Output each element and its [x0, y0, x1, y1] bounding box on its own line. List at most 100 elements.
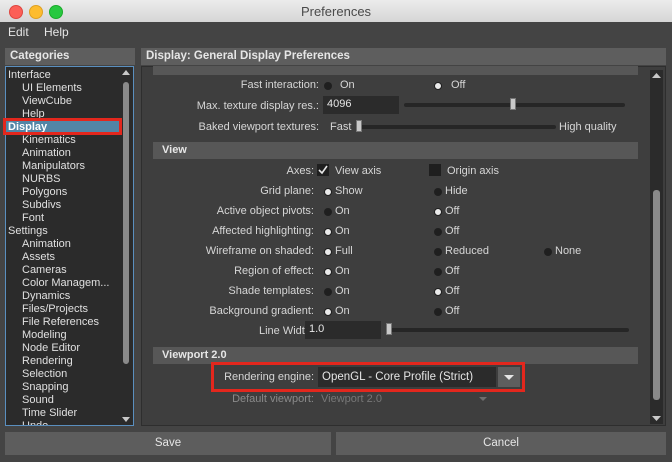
category-item[interactable]: Rendering [22, 355, 73, 368]
default-viewport-label: Default viewport: [232, 393, 314, 405]
category-item[interactable]: Dynamics [22, 290, 70, 303]
category-item[interactable]: Undo [22, 420, 48, 425]
affected-highlighting-on-label: On [335, 225, 350, 237]
origin-axis-checkbox[interactable] [429, 164, 441, 176]
grid-plane-show-label: Show [335, 185, 363, 197]
category-item[interactable]: Selection [22, 368, 67, 381]
baked-textures-slider-handle[interactable] [356, 120, 362, 132]
category-item[interactable]: Interface [8, 69, 51, 82]
grid-plane-hide-radio[interactable] [434, 188, 442, 196]
previous-section-header [153, 66, 638, 75]
max-texture-slider-handle[interactable] [510, 98, 516, 110]
background-gradient-off-radio[interactable] [434, 308, 442, 316]
menu-help[interactable]: Help [44, 25, 69, 39]
grid-plane-label: Grid plane: [260, 185, 314, 197]
view-axis-checkbox[interactable] [317, 164, 329, 176]
category-item[interactable]: Cameras [22, 264, 67, 277]
axes-label: Axes: [286, 165, 314, 177]
background-gradient-off-label: Off [445, 305, 460, 317]
region-of-effect-off-radio[interactable] [434, 268, 442, 276]
window-title: Preferences [300, 4, 372, 19]
menu-edit[interactable]: Edit [8, 25, 29, 39]
fast-interaction-off-label: Off [451, 79, 466, 91]
baked-textures-label: Baked viewport textures: [198, 121, 319, 133]
display-highlight-box [3, 118, 122, 135]
affected-highlighting-off-radio[interactable] [434, 228, 442, 236]
save-button[interactable]: Save [5, 432, 331, 455]
category-item[interactable]: Snapping [22, 381, 69, 394]
shade-templates-on-radio[interactable] [324, 288, 332, 296]
active-object-pivots-off-radio[interactable] [434, 208, 442, 216]
region-of-effect-off-label: Off [445, 265, 460, 277]
fast-interaction-off-radio[interactable] [434, 82, 442, 90]
affected-highlighting-on-radio[interactable] [324, 228, 332, 236]
line-width-slider-track[interactable] [386, 328, 629, 332]
line-width-slider-handle[interactable] [386, 323, 392, 335]
category-item[interactable]: Kinematics [22, 134, 76, 147]
category-item[interactable]: Settings [8, 225, 48, 238]
active-object-pivots-off-label: Off [445, 205, 460, 217]
shade-templates-label: Shade templates: [228, 285, 314, 297]
category-item[interactable]: Subdivs [22, 199, 61, 212]
view-axis-label: View axis [335, 165, 382, 177]
category-item[interactable]: NURBS [22, 173, 61, 186]
affected-highlighting-off-label: Off [445, 225, 460, 237]
default-viewport-dropdown[interactable]: Viewport 2.0 [321, 393, 382, 405]
baked-textures-max-label: High quality [559, 121, 617, 133]
baked-textures-slider-track[interactable] [356, 125, 556, 129]
background-gradient-label: Background gradient: [209, 305, 314, 317]
preferences-scrollbar[interactable] [650, 70, 663, 424]
category-item[interactable]: Font [22, 212, 44, 225]
region-of-effect-on-radio[interactable] [324, 268, 332, 276]
shade-templates-off-radio[interactable] [434, 288, 442, 296]
wireframe-on-shaded-full-radio[interactable] [324, 248, 332, 256]
category-item[interactable]: Manipulators [22, 160, 85, 173]
fast-interaction-on-label: On [340, 79, 355, 91]
menu-bar: Edit Help [0, 22, 672, 43]
category-item[interactable]: Sound [22, 394, 54, 407]
cancel-button[interactable]: Cancel [336, 432, 666, 455]
background-gradient-on-radio[interactable] [324, 308, 332, 316]
max-texture-field[interactable]: 4096 [323, 96, 399, 114]
category-item[interactable]: Modeling [22, 329, 67, 342]
section-header: Display: General Display Preferences [141, 48, 666, 65]
checkmark-icon [318, 165, 328, 175]
category-item[interactable]: Files/Projects [22, 303, 88, 316]
grid-plane-hide-label: Hide [445, 185, 468, 197]
shade-templates-on-label: On [335, 285, 350, 297]
category-item[interactable]: File References [22, 316, 99, 329]
line-width-field[interactable]: 1.0 [305, 321, 381, 339]
affected-highlighting-label: Affected highlighting: [212, 225, 314, 237]
active-object-pivots-on-radio[interactable] [324, 208, 332, 216]
category-item[interactable]: Node Editor [22, 342, 80, 355]
active-object-pivots-on-label: On [335, 205, 350, 217]
origin-axis-label: Origin axis [447, 165, 499, 177]
title-bar: Preferences [0, 0, 672, 23]
categories-header: Categories [5, 48, 135, 65]
fast-interaction-on-radio[interactable] [324, 82, 332, 90]
max-texture-label: Max. texture display res.: [196, 100, 319, 112]
category-item[interactable]: Color Managem... [22, 277, 109, 290]
fast-interaction-label: Fast interaction: [240, 79, 319, 91]
background-gradient-on-label: On [335, 305, 350, 317]
wireframe-on-shaded-reduced-label: Reduced [445, 245, 490, 257]
category-item[interactable]: ViewCube [22, 95, 72, 108]
category-item[interactable]: Animation [22, 238, 71, 251]
wireframe-on-shaded-label: Wireframe on shaded: [205, 245, 314, 257]
wireframe-on-shaded-none-label: None [555, 245, 582, 257]
active-object-pivots-label: Active object pivots: [216, 205, 314, 217]
category-item[interactable]: Time Slider [22, 407, 77, 420]
wireframe-on-shaded-full-label: Full [335, 245, 353, 257]
category-item[interactable]: UI Elements [22, 82, 82, 95]
region-of-effect-label: Region of effect: [234, 265, 314, 277]
category-item[interactable]: Animation [22, 147, 71, 160]
grid-plane-show-radio[interactable] [324, 188, 332, 196]
category-item[interactable]: Assets [22, 251, 55, 264]
wireframe-on-shaded-none-radio[interactable] [544, 248, 552, 256]
category-item[interactable]: Polygons [22, 186, 67, 199]
view-section-header[interactable]: View [153, 142, 638, 159]
shade-templates-off-label: Off [445, 285, 460, 297]
wireframe-on-shaded-reduced-radio[interactable] [434, 248, 442, 256]
region-of-effect-on-label: On [335, 265, 350, 277]
rendering-engine-highlight-box [211, 362, 525, 392]
